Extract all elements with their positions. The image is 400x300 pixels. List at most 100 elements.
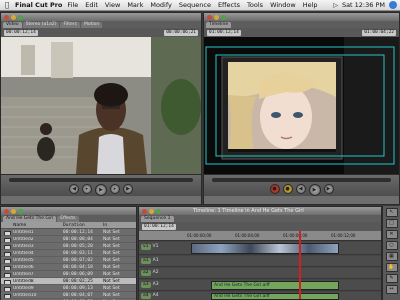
minimize-icon[interactable] bbox=[149, 208, 154, 214]
track-target-v1[interactable]: v1 bbox=[141, 244, 151, 250]
zoom-icon[interactable] bbox=[221, 14, 226, 20]
timeline-playhead[interactable] bbox=[299, 231, 301, 299]
minimize-icon[interactable] bbox=[11, 14, 16, 20]
browser-row[interactable]: Untitled4 00:00:03;11 Not Set bbox=[1, 250, 136, 257]
canvas-scrubber[interactable] bbox=[212, 178, 391, 182]
track-label-a1[interactable]: A1 bbox=[153, 258, 159, 264]
column-name[interactable]: Name bbox=[1, 223, 63, 228]
clock[interactable]: Sat 12:36 PM bbox=[342, 1, 385, 9]
clip-name: Untitled9 bbox=[1, 286, 63, 291]
audio-clip[interactable]: And He Gets The Girl.aiff bbox=[211, 281, 339, 290]
browser-row[interactable]: Untitled3 00:00:05;20 Not Set bbox=[1, 243, 136, 250]
zoom-icon[interactable] bbox=[18, 208, 23, 214]
crop-tool-icon[interactable]: ▦ bbox=[385, 252, 398, 261]
menu-mark[interactable]: Mark bbox=[127, 1, 143, 9]
menu-file[interactable]: File bbox=[67, 1, 78, 9]
arrow-tool-icon[interactable]: ↖ bbox=[385, 208, 398, 217]
overwrite-edit-icon[interactable]: ● bbox=[282, 184, 293, 194]
play-icon[interactable]: ▶ bbox=[308, 184, 321, 196]
browser-row[interactable]: Untitled8 00:00:02;25 Not Set bbox=[1, 278, 136, 285]
tab-timeline[interactable]: Timeline bbox=[206, 22, 232, 28]
tab-stereo[interactable]: Stereo (a1a2) bbox=[22, 22, 60, 28]
menu-sequence[interactable]: Sequence bbox=[179, 1, 211, 9]
spotlight-icon[interactable] bbox=[389, 1, 397, 9]
browser-titlebar[interactable] bbox=[1, 207, 136, 215]
pen-tool-icon[interactable]: ✎ bbox=[385, 274, 398, 283]
previous-edit-icon[interactable]: ◀ bbox=[295, 184, 306, 194]
zoom-tool-icon[interactable]: ○ bbox=[385, 241, 398, 250]
close-icon[interactable] bbox=[4, 208, 9, 214]
track-v1: v1 V1 bbox=[139, 242, 381, 255]
browser-row[interactable]: Untitled10 00:00:04;07 Not Set bbox=[1, 292, 136, 299]
track-label-v1[interactable]: V1 bbox=[153, 244, 159, 250]
ruler-mark: 01:00:04;00 bbox=[235, 233, 260, 238]
viewer-duration-timecode[interactable]: 00:00:12;14 bbox=[4, 29, 38, 36]
browser-row[interactable]: Untitled7 00:00:06;09 Not Set bbox=[1, 271, 136, 278]
canvas-titlebar[interactable] bbox=[204, 13, 399, 21]
minimize-icon[interactable] bbox=[214, 14, 219, 20]
canvas-duration-timecode[interactable]: 01:00:12;14 bbox=[207, 29, 241, 36]
browser-row[interactable]: Untitled5 00:00:07;02 Not Set bbox=[1, 257, 136, 264]
menu-tools[interactable]: Tools bbox=[247, 1, 263, 9]
minimize-icon[interactable] bbox=[11, 208, 16, 214]
video-clip[interactable] bbox=[191, 243, 339, 254]
column-duration[interactable]: Duration bbox=[63, 223, 103, 228]
clip-in: Not Set bbox=[103, 264, 120, 270]
timeline-timecode[interactable]: 01:00:12;14 bbox=[142, 223, 176, 230]
timeline-ruler[interactable]: 01:00:00;00 01:00:04;00 01:00:08;00 01:0… bbox=[139, 231, 381, 241]
track-label-a2[interactable]: A2 bbox=[153, 270, 159, 276]
select-tool-icon[interactable]: □ bbox=[385, 219, 398, 228]
zoom-icon[interactable] bbox=[18, 14, 23, 20]
track-target-a1[interactable]: a1 bbox=[141, 258, 151, 264]
zoom-icon[interactable] bbox=[156, 208, 161, 214]
apple-menu-icon[interactable]:  bbox=[2, 1, 12, 9]
track-label-a4[interactable]: A4 bbox=[153, 293, 159, 299]
viewer-scrubber[interactable] bbox=[9, 178, 193, 182]
previous-edit-icon[interactable]: ◀ bbox=[69, 184, 79, 194]
volume-icon[interactable]: ▷ bbox=[333, 2, 338, 9]
hand-tool-icon[interactable]: ✋ bbox=[385, 263, 398, 272]
close-icon[interactable] bbox=[142, 208, 147, 214]
tab-effects[interactable]: Effects bbox=[57, 216, 79, 222]
column-in[interactable]: In bbox=[103, 223, 128, 228]
tab-sequence[interactable]: Sequence 1 bbox=[141, 216, 174, 222]
close-icon[interactable] bbox=[207, 14, 212, 20]
browser-row[interactable]: Untitled6 00:00:04;18 Not Set bbox=[1, 264, 136, 271]
track-target-a4[interactable]: a4 bbox=[141, 293, 151, 299]
tab-motion[interactable]: Motion bbox=[80, 22, 103, 28]
clip-name: Untitled7 bbox=[1, 272, 63, 277]
close-icon[interactable] bbox=[4, 14, 9, 20]
audio-clip[interactable]: And He Gets The Girl.aiff bbox=[211, 293, 339, 300]
menu-modify[interactable]: Modify bbox=[150, 1, 172, 9]
menu-window[interactable]: Window bbox=[270, 1, 296, 9]
browser-row[interactable]: Untitled9 00:00:09;13 Not Set bbox=[1, 285, 136, 292]
menu-edit[interactable]: Edit bbox=[85, 1, 98, 9]
play-in-to-out-icon[interactable]: ▸ bbox=[82, 184, 92, 194]
tab-project[interactable]: And He Gets The Girl bbox=[3, 216, 57, 222]
blade-tool-icon[interactable]: ✕ bbox=[385, 230, 398, 239]
timeline-titlebar[interactable]: Timeline: 1 Timeline in And He Gets The … bbox=[139, 207, 381, 215]
canvas-current-timecode[interactable]: 01:00:04;22 bbox=[362, 29, 396, 36]
app-menu[interactable]: Final Cut Pro bbox=[15, 1, 62, 9]
clip-in: Not Set bbox=[103, 229, 120, 235]
play-icon[interactable]: ▶ bbox=[95, 184, 107, 196]
menu-view[interactable]: View bbox=[105, 1, 120, 9]
insert-edit-icon[interactable]: ● bbox=[269, 184, 280, 194]
track-label-a3[interactable]: A3 bbox=[153, 282, 159, 288]
track-target-a3[interactable]: a3 bbox=[141, 282, 151, 288]
track-target-a2[interactable]: a2 bbox=[141, 270, 151, 276]
viewer-current-timecode[interactable]: 00:00:06;21 bbox=[164, 29, 198, 36]
menu-help[interactable]: Help bbox=[303, 1, 318, 9]
tab-video[interactable]: Video bbox=[3, 22, 22, 28]
browser-row[interactable]: Untitled2 00:00:08;04 Not Set bbox=[1, 236, 136, 243]
viewer-titlebar[interactable] bbox=[1, 13, 201, 21]
browser-row[interactable]: Untitled1 00:00:12;14 Not Set bbox=[1, 229, 136, 236]
next-edit-icon[interactable]: ▶ bbox=[323, 184, 334, 194]
menu-effects[interactable]: Effects bbox=[218, 1, 240, 9]
tab-filters[interactable]: Filters bbox=[60, 22, 80, 28]
canvas-video-frame[interactable] bbox=[204, 37, 399, 174]
slip-tool-icon[interactable]: ↔ bbox=[385, 285, 398, 294]
next-edit-icon[interactable]: ▶ bbox=[123, 184, 133, 194]
viewer-video-frame[interactable] bbox=[1, 37, 201, 174]
play-around-icon[interactable]: ▸ bbox=[110, 184, 120, 194]
